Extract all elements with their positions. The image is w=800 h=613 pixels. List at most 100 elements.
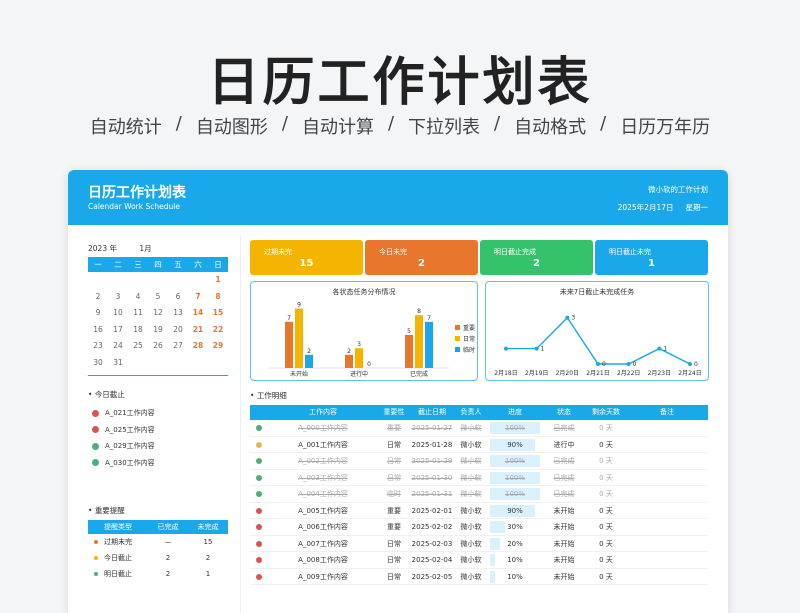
table-row[interactable]: A_008工作内容 日常 2025-02-04 微小软 10% 未开始 0 天 bbox=[250, 552, 708, 569]
calendar-day[interactable]: 24 bbox=[108, 338, 128, 355]
task-importance[interactable]: 重要 bbox=[378, 519, 410, 535]
table-row[interactable]: A_003工作内容 日常 2025-01-30 微小软 100% 已完成 0 天 bbox=[250, 470, 708, 486]
task-status[interactable]: 已完成 bbox=[542, 470, 586, 486]
reminder-done: — bbox=[164, 538, 172, 546]
calendar-day[interactable]: 21 bbox=[188, 322, 208, 339]
table-row[interactable]: A_001工作内容 日常 2025-01-28 微小软 90% 进行中 0 天 bbox=[250, 437, 708, 453]
calendar-day[interactable]: 3 bbox=[108, 289, 128, 306]
task-importance[interactable]: 重要 bbox=[378, 503, 410, 519]
feature-separator: / bbox=[600, 113, 607, 134]
calendar-day[interactable]: 6 bbox=[168, 289, 188, 306]
calendar-day[interactable]: 15 bbox=[208, 305, 228, 322]
calendar-day[interactable]: 1 bbox=[208, 272, 228, 289]
calendar-day[interactable]: 8 bbox=[208, 289, 228, 306]
calendar-day[interactable]: 23 bbox=[88, 338, 108, 355]
calendar-day[interactable]: 13 bbox=[168, 305, 188, 322]
calendar-day[interactable]: 2 bbox=[88, 289, 108, 306]
category-label: 2月21日 bbox=[586, 370, 609, 377]
table-row[interactable]: A_009工作内容 日常 2025-02-05 微小软 10% 未开始 0 天 bbox=[250, 569, 708, 585]
feature-separator: / bbox=[387, 113, 395, 134]
task-importance[interactable]: 日常 bbox=[378, 536, 410, 552]
task-status[interactable]: 未开始 bbox=[542, 552, 586, 568]
calendar-day[interactable]: 10 bbox=[108, 305, 128, 322]
calendar-day[interactable]: 20 bbox=[168, 322, 188, 339]
task-note[interactable] bbox=[626, 437, 708, 453]
calendar-day[interactable]: 12 bbox=[148, 305, 168, 322]
task-status[interactable]: 已完成 bbox=[542, 486, 586, 502]
calendar-year[interactable]: 2023 年 bbox=[88, 244, 117, 253]
column-header[interactable]: 剩余天数 bbox=[586, 405, 626, 420]
today-due-item[interactable]: A_029工作内容 bbox=[92, 438, 155, 455]
task-importance[interactable]: 重要 bbox=[378, 420, 410, 436]
column-header[interactable]: 备注 bbox=[626, 405, 708, 420]
task-status[interactable]: 未开始 bbox=[542, 519, 586, 535]
today-due-item[interactable]: A_025工作内容 bbox=[92, 422, 155, 439]
calendar-day[interactable]: 9 bbox=[88, 305, 108, 322]
task-note[interactable] bbox=[626, 503, 708, 519]
task-progress: 100% bbox=[488, 470, 542, 486]
calendar-day[interactable]: 28 bbox=[188, 338, 208, 355]
calendar-day[interactable]: 11 bbox=[128, 305, 148, 322]
calendar-day[interactable]: 17 bbox=[108, 322, 128, 339]
calendar-day[interactable]: 16 bbox=[88, 322, 108, 339]
task-note[interactable] bbox=[626, 569, 708, 585]
calendar-day[interactable]: 4 bbox=[128, 289, 148, 306]
calendar-day[interactable]: 7 bbox=[188, 289, 208, 306]
task-note[interactable] bbox=[626, 420, 708, 436]
table-row[interactable]: A_007工作内容 日常 2025-02-03 微小软 20% 未开始 0 天 bbox=[250, 536, 708, 552]
row-status-cell bbox=[250, 519, 268, 535]
calendar-day[interactable]: 30 bbox=[88, 355, 108, 372]
calendar-day[interactable]: 25 bbox=[128, 338, 148, 355]
task-note[interactable] bbox=[626, 453, 708, 469]
cross-icon bbox=[256, 557, 262, 563]
task-status[interactable]: 未开始 bbox=[542, 503, 586, 519]
legend-item: 重要 bbox=[455, 322, 475, 333]
column-header[interactable]: 负责人 bbox=[454, 405, 488, 420]
calendar-day[interactable]: 5 bbox=[148, 289, 168, 306]
task-note[interactable] bbox=[626, 470, 708, 486]
calendar-day[interactable]: 27 bbox=[168, 338, 188, 355]
task-importance[interactable]: 日常 bbox=[378, 569, 410, 585]
task-status[interactable]: 未开始 bbox=[542, 536, 586, 552]
task-due-date: 2025-02-04 bbox=[411, 556, 453, 564]
card-title: 日历工作计划表 bbox=[88, 185, 186, 201]
table-row[interactable]: A_005工作内容 重要 2025-02-01 微小软 90% 未开始 0 天 bbox=[250, 503, 708, 519]
calendar-month[interactable]: 1月 bbox=[139, 244, 151, 253]
calendar-day[interactable]: 26 bbox=[148, 338, 168, 355]
task-status[interactable]: 已完成 bbox=[542, 420, 586, 436]
column-header[interactable]: 截止日期 bbox=[410, 405, 454, 420]
column-header[interactable]: 工作内容 bbox=[268, 405, 378, 420]
calendar-day[interactable]: 18 bbox=[128, 322, 148, 339]
table-row[interactable]: A_002工作内容 日常 2025-01-29 微小软 100% 已完成 0 天 bbox=[250, 453, 708, 470]
right-panel: 过期未完 15 今日未完 2 明日截止完成 2 明日截止未完 1 各状态任务分布情况 792未… bbox=[244, 225, 728, 613]
table-row[interactable]: A_004工作内容 临时 2025-01-31 微小软 100% 已完成 0 天 bbox=[250, 486, 708, 503]
column-header[interactable]: 重要性 bbox=[378, 405, 410, 420]
task-status[interactable]: 进行中 bbox=[542, 437, 586, 453]
table-row[interactable]: A_000工作内容 重要 2025-01-27 微小软 100% 已完成 0 天 bbox=[250, 420, 708, 437]
calendar-day[interactable]: 14 bbox=[188, 305, 208, 322]
task-status[interactable]: 已完成 bbox=[542, 453, 586, 469]
calendar-day[interactable]: 31 bbox=[108, 355, 128, 372]
column-header[interactable]: 状态 bbox=[542, 405, 586, 420]
column-header[interactable]: 进度 bbox=[488, 405, 542, 420]
task-importance[interactable]: 日常 bbox=[378, 470, 410, 486]
task-importance[interactable]: 日常 bbox=[378, 552, 410, 568]
today-due-item[interactable]: A_030工作内容 bbox=[92, 455, 155, 472]
task-note[interactable] bbox=[626, 552, 708, 568]
task-importance[interactable]: 临时 bbox=[378, 486, 410, 502]
reminder-row: 过期未完 — 15 bbox=[88, 534, 228, 550]
column-header[interactable] bbox=[250, 405, 268, 420]
today-due-item[interactable]: A_021工作内容 bbox=[92, 405, 155, 422]
task-note[interactable] bbox=[626, 519, 708, 535]
task-progress: 90% bbox=[488, 503, 542, 519]
table-row[interactable]: A_006工作内容 重要 2025-02-02 微小软 30% 未开始 0 天 bbox=[250, 519, 708, 536]
task-importance[interactable]: 日常 bbox=[378, 453, 410, 469]
task-note[interactable] bbox=[626, 536, 708, 552]
task-note[interactable] bbox=[626, 486, 708, 502]
task-importance[interactable]: 日常 bbox=[378, 437, 410, 453]
calendar-day[interactable]: 19 bbox=[148, 322, 168, 339]
task-status[interactable]: 未开始 bbox=[542, 569, 586, 585]
calendar-day[interactable]: 22 bbox=[208, 322, 228, 339]
calendar-day[interactable]: 29 bbox=[208, 338, 228, 355]
progress-text: 10% bbox=[507, 572, 523, 581]
